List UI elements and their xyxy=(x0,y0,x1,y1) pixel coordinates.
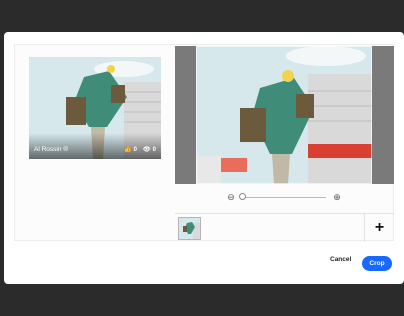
eye-icon: 👁 xyxy=(143,147,151,153)
crop-editor xyxy=(175,46,394,184)
zoom-slider-handle[interactable] xyxy=(239,193,246,200)
views-stat: 👁 0 xyxy=(143,146,156,154)
zoom-slider-track[interactable] xyxy=(242,197,326,198)
zoom-control: ⊖ ⊕ xyxy=(175,190,394,206)
zoom-in-icon[interactable]: ⊕ xyxy=(331,191,343,203)
crop-frame[interactable] xyxy=(196,46,372,184)
views-count: 0 xyxy=(152,146,156,153)
zoom-out-icon[interactable]: ⊖ xyxy=(225,191,237,203)
cancel-button[interactable]: Cancel xyxy=(330,256,351,263)
likes-count: 0 xyxy=(133,146,137,153)
thumbs-up-icon: 👍 xyxy=(124,147,132,153)
crop-dialog: Al Rossin ® 👍 0 👁 0 ⊖ ⊕ + Cancel Crop xyxy=(4,32,404,284)
project-cover-card[interactable]: Al Rossin ® 👍 0 👁 0 xyxy=(29,57,161,159)
strip-thumbnail-art xyxy=(179,218,200,239)
add-image-button[interactable]: + xyxy=(364,214,394,242)
thumbnail-strip: + xyxy=(175,213,394,242)
strip-thumbnail[interactable] xyxy=(178,217,201,240)
crop-button[interactable]: Crop xyxy=(362,256,392,271)
content-panel: Al Rossin ® 👍 0 👁 0 ⊖ ⊕ + xyxy=(14,44,394,242)
likes-stat: 👍 0 xyxy=(124,146,137,154)
owner-name[interactable]: Al Rossin ® xyxy=(34,146,68,153)
